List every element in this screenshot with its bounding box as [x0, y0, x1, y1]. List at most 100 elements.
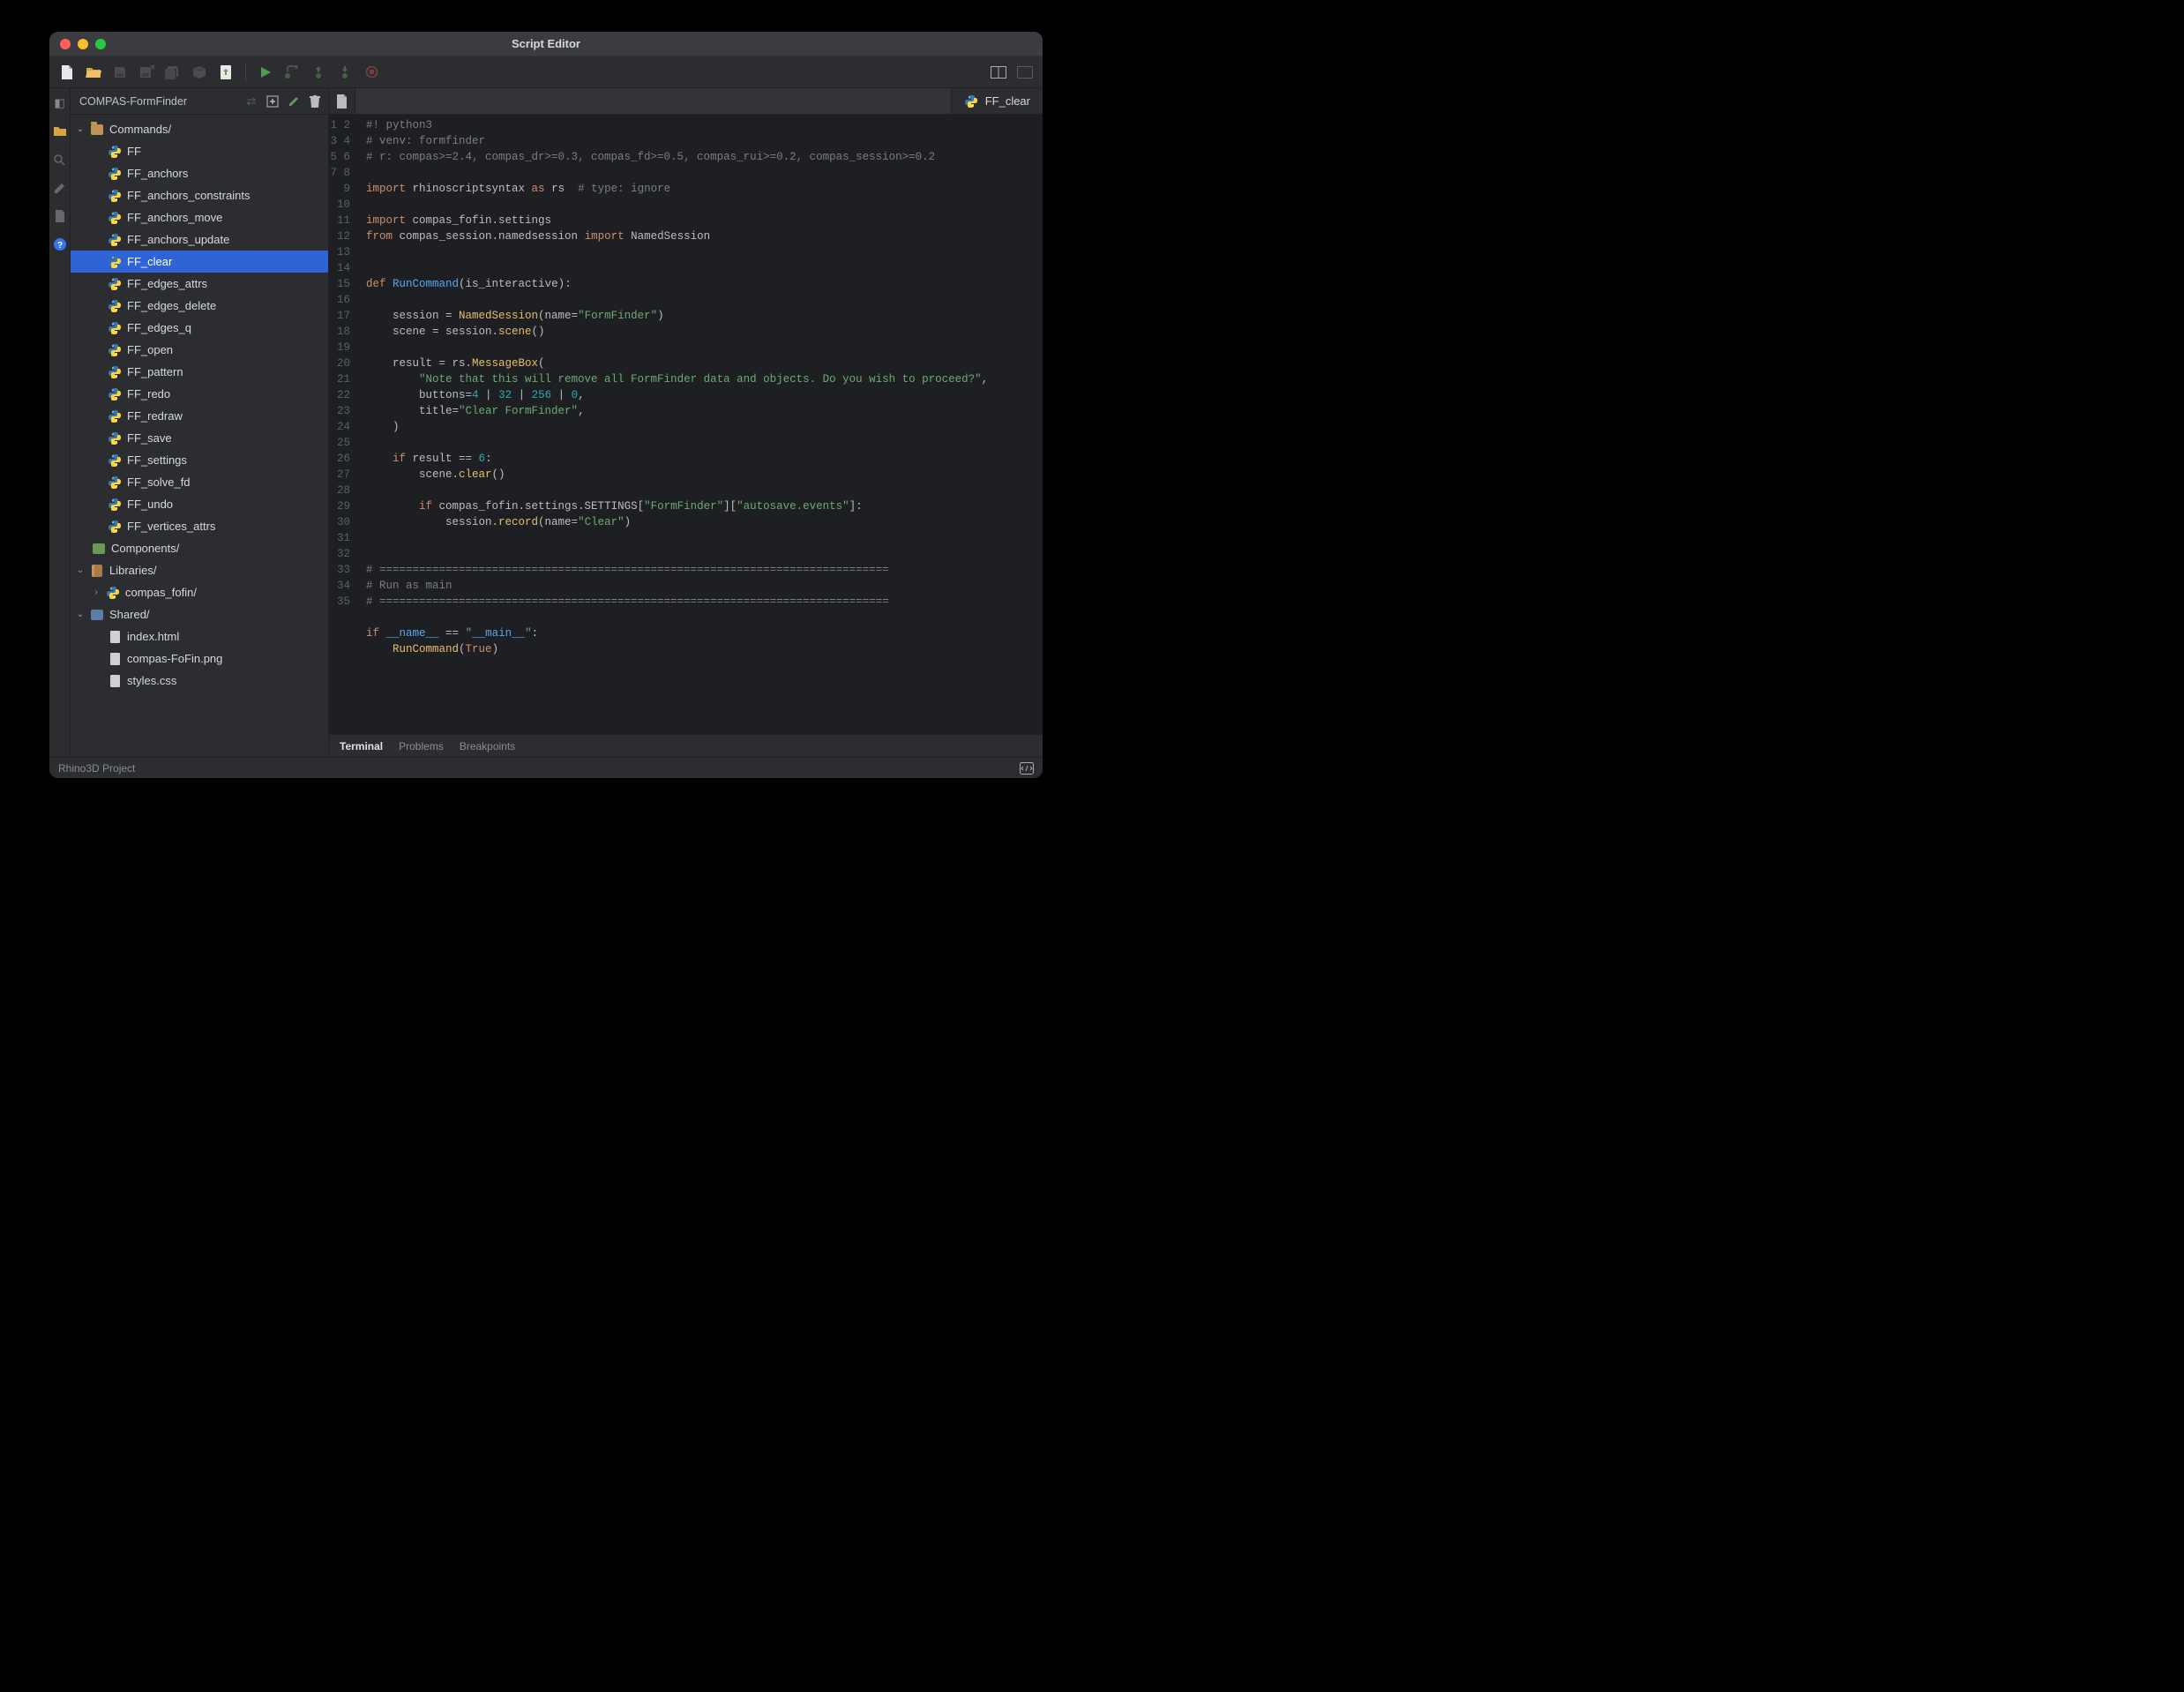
editor-tab-ff-clear[interactable]: FF_clear [952, 88, 1043, 114]
code-content[interactable]: #! python3 # venv: formfinder # r: compa… [355, 115, 997, 734]
tree-label: FF_anchors [127, 167, 188, 180]
new-file-icon[interactable] [56, 62, 78, 83]
tree-file-ff_anchors_move[interactable]: FF_anchors_move [71, 206, 328, 228]
chevron-down-icon: ⌄ [76, 610, 85, 619]
tree-folder-components[interactable]: Components/ [71, 537, 328, 559]
explorer-folder-icon[interactable] [52, 124, 68, 139]
tree-file-ff_edges_q[interactable]: FF_edges_q [71, 317, 328, 339]
tree-file-ff_undo[interactable]: FF_undo [71, 493, 328, 515]
tab-label: FF_clear [985, 94, 1030, 108]
tree-file-ff_edges_delete[interactable]: FF_edges_delete [71, 295, 328, 317]
breakpoints-tab[interactable]: Breakpoints [460, 740, 515, 752]
python-icon [108, 211, 122, 225]
file-tree[interactable]: ⌄ Commands/ FF FF_anchors FF_anchors_const… [71, 115, 328, 757]
search-icon[interactable] [52, 152, 68, 168]
tree-file-ff_pattern[interactable]: FF_pattern [71, 361, 328, 383]
sidebar-add-icon[interactable] [265, 94, 280, 109]
new-document-icon[interactable] [329, 88, 355, 114]
tree-file-styles-css[interactable]: styles.css [71, 670, 328, 692]
tree-label: FF_anchors_constraints [127, 189, 250, 202]
line-number-gutter: 1 2 3 4 5 6 7 8 9 10 11 12 13 14 15 16 1… [329, 115, 355, 734]
tree-label: FF_redo [127, 387, 170, 401]
layout-single-icon[interactable] [1014, 62, 1036, 83]
tree-file-ff_redraw[interactable]: FF_redraw [71, 405, 328, 427]
window-minimize-button[interactable] [78, 39, 88, 49]
save-as-icon[interactable] [136, 62, 157, 83]
tree-file-ff_anchors_constraints[interactable]: FF_anchors_constraints [71, 184, 328, 206]
tree-file-ff_anchors_update[interactable]: FF_anchors_update [71, 228, 328, 251]
tree-label: FF_clear [127, 255, 172, 268]
tree-file-ff_redo[interactable]: FF_redo [71, 383, 328, 405]
save-all-icon[interactable] [162, 62, 183, 83]
tree-file-ff_solve_fd[interactable]: FF_solve_fd [71, 471, 328, 493]
terminal-tab[interactable]: Terminal [340, 740, 383, 752]
debug-step-icon[interactable] [281, 62, 303, 83]
window-close-button[interactable] [60, 39, 71, 49]
svg-text:?: ? [56, 241, 62, 251]
tree-file-index-html[interactable]: index.html [71, 625, 328, 648]
folder-icon [90, 123, 104, 137]
project-name: COMPAS-FormFinder [79, 95, 238, 108]
ruler-icon[interactable] [52, 180, 68, 196]
tree-file-ff_settings[interactable]: FF_settings [71, 449, 328, 471]
problems-tab[interactable]: Problems [399, 740, 444, 752]
python-icon [108, 145, 122, 159]
stop-icon[interactable] [361, 62, 382, 83]
breakpoint-toggle-icon[interactable] [308, 62, 329, 83]
sidebar-delete-icon[interactable] [307, 94, 323, 109]
python-icon [106, 586, 120, 600]
python-icon [108, 343, 122, 357]
chevron-right-icon: › [92, 588, 101, 597]
python-icon [108, 189, 122, 203]
tree-file-ff_save[interactable]: FF_save [71, 427, 328, 449]
layout-split-icon[interactable] [988, 62, 1009, 83]
publish-icon[interactable] [215, 62, 236, 83]
pin-icon[interactable]: ◧ [52, 95, 68, 111]
main-toolbar [49, 56, 1043, 88]
tree-file-ff_anchors[interactable]: FF_anchors [71, 162, 328, 184]
run-icon[interactable] [255, 62, 276, 83]
tree-file-ff_clear[interactable]: FF_clear [71, 251, 328, 273]
libraries-icon [90, 564, 104, 578]
step-out-icon[interactable] [334, 62, 355, 83]
tree-folder-shared[interactable]: ⌄ Shared/ [71, 603, 328, 625]
python-icon [108, 409, 122, 423]
python-icon [108, 277, 122, 291]
python-icon [108, 233, 122, 247]
tree-folder-commands[interactable]: ⌄ Commands/ [71, 118, 328, 140]
tree-folder-compas-fofin[interactable]: › compas_fofin/ [71, 581, 328, 603]
tree-file-ff_vertices_attrs[interactable]: FF_vertices_attrs [71, 515, 328, 537]
window-maximize-button[interactable] [95, 39, 106, 49]
package-icon[interactable] [189, 62, 210, 83]
document-icon[interactable] [52, 208, 68, 224]
sidebar-edit-icon[interactable] [286, 94, 302, 109]
tree-file-compas-fofin-png[interactable]: compas-FoFin.png [71, 648, 328, 670]
tree-label: Commands/ [109, 123, 171, 136]
python-icon [964, 94, 978, 109]
tree-label: FF_undo [127, 498, 173, 511]
tree-label: FF [127, 145, 141, 158]
status-inspect-icon[interactable] [1020, 762, 1034, 775]
tree-label: FF_edges_delete [127, 299, 216, 312]
open-file-icon[interactable] [83, 62, 104, 83]
tree-label: index.html [127, 630, 179, 643]
shared-icon [90, 608, 104, 622]
tree-file-ff[interactable]: FF [71, 140, 328, 162]
tree-label: styles.css [127, 674, 176, 687]
python-icon [108, 365, 122, 379]
tree-file-ff_open[interactable]: FF_open [71, 339, 328, 361]
python-icon [108, 520, 122, 534]
help-icon[interactable]: ? [52, 236, 68, 252]
tab-gap [355, 88, 952, 114]
title-bar: Script Editor [49, 32, 1043, 56]
sidebar-compare-icon[interactable]: ⇄ [243, 94, 259, 109]
tree-label: FF_redraw [127, 409, 183, 423]
tree-label: FF_settings [127, 453, 187, 467]
code-editor[interactable]: 1 2 3 4 5 6 7 8 9 10 11 12 13 14 15 16 1… [329, 115, 1043, 734]
tree-label: compas_fofin/ [125, 586, 197, 599]
tree-label: FF_solve_fd [127, 475, 191, 489]
tree-label: FF_anchors_update [127, 233, 229, 246]
tree-folder-libraries[interactable]: ⌄ Libraries/ [71, 559, 328, 581]
tree-file-ff_edges_attrs[interactable]: FF_edges_attrs [71, 273, 328, 295]
save-icon[interactable] [109, 62, 131, 83]
